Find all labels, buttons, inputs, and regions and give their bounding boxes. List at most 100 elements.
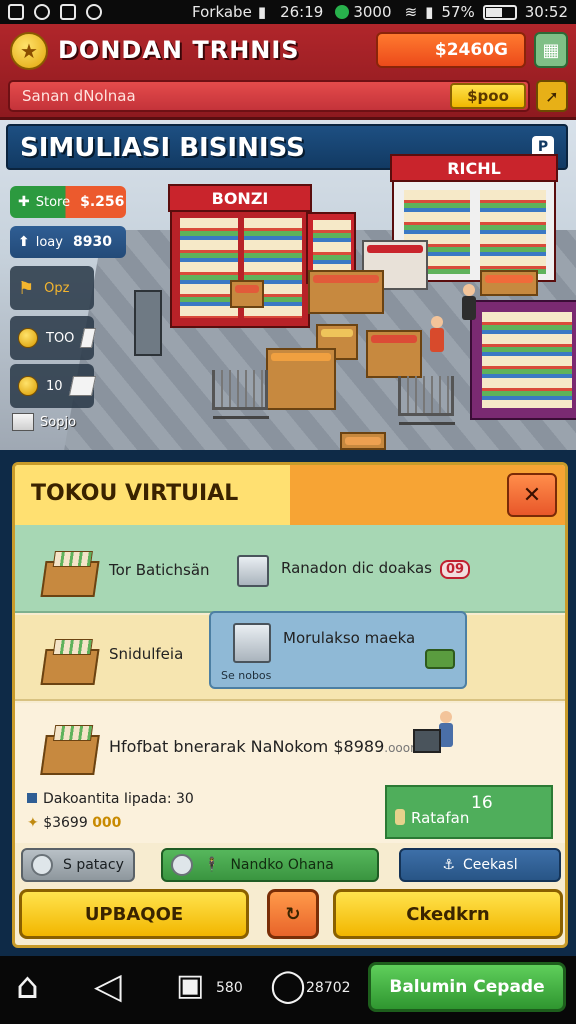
network-indicator-icon [335,5,350,19]
bottom-navigation: ⌂ ◁ ▣ 580 ◯ 28702 Balumin Cepade [0,956,576,1024]
shopper-character[interactable] [462,284,476,320]
coin-box-2-label: 10 [46,378,63,394]
sub-status-value[interactable]: $poo [450,83,526,109]
shelf [480,190,546,274]
money-display[interactable]: $2460G [376,32,526,68]
store-stall-left[interactable]: BONZI [168,184,312,328]
shopping-cart[interactable] [212,370,269,419]
status-bar: Forkabe ▮ 26:19 3000 ≋ ▮ 57% 30:52 [0,0,576,24]
cart-box [413,729,441,753]
coin-box-label: TOO [46,330,75,346]
row2-left-label[interactable]: Snidulfeia [109,645,183,663]
row3-line2-a: $3699 [43,815,88,831]
anchor-icon: ⚓ [442,857,455,873]
status-left [8,4,102,20]
register-icon [237,555,269,587]
today-stat[interactable]: ⬆ loay 8930 [10,226,126,258]
atm-machine[interactable] [134,290,162,356]
coin-box[interactable]: TOO [10,316,97,360]
row1-right-label[interactable]: Ranadon dic doakas 09 [281,559,471,579]
produce-crate[interactable] [230,280,264,308]
close-button[interactable]: ✕ [507,473,557,517]
back-icon[interactable]: ◁ [94,966,122,1007]
row3-line1-text: Dakoantita Iipada: 30 [43,791,194,807]
store-scene[interactable]: SIMULIASI BISINISS P BONZI RICHL ✚ Store… [0,120,576,450]
game-icon [60,4,76,20]
wifi-icon: ≋ [404,3,418,21]
share-arrow-icon[interactable]: ➚ [536,80,568,112]
produce-crate[interactable] [340,432,386,450]
cash-icon [425,649,455,669]
produce-crate[interactable] [366,330,422,378]
gold-coin-icon [18,328,38,348]
row3-line2-b: 000 [92,815,122,831]
virtual-store-panel: TOKOU VIRTUIAL ✕ Tor Batichsän Ranadon d… [12,462,568,948]
rating-box[interactable]: Ratafan 16 [385,785,553,839]
clock-icon [171,854,193,876]
rating-value: 16 [471,793,493,813]
promo-box[interactable]: ⚑ Opz [10,266,94,310]
shopper-character[interactable] [430,316,444,352]
stock-indicator[interactable]: Sopjo [12,413,76,431]
signal-bars-icon: ▮ [425,3,434,21]
row3-headline-text: Hfofbat bnerarak NaNokom $8989 [109,737,385,756]
store-stall-purple[interactable] [470,300,576,420]
store-stat[interactable]: ✚ Store $.256 [10,186,126,218]
status-time-center: 26:19 [280,3,324,21]
checkout-button[interactable]: Ckedkrn [333,889,563,939]
row3-headline: Hfofbat bnerarak NaNokom $8989.ooom [109,737,422,756]
stock-label: Sopjo [40,414,77,430]
egg-count: 28702 [306,980,351,996]
wallet-icon[interactable]: ▣ [176,968,204,1003]
battery-icon [482,4,517,20]
row3-line2: ✦ $3699 000 [27,815,121,831]
module-card-title: Morulakso maeka [283,629,416,647]
sub-status-bar: Sanan dNolnaa $poo [8,80,530,112]
radio-icon [31,854,53,876]
store-stat-label: Store [35,194,71,210]
home-icon[interactable]: ⌂ [16,966,39,1007]
machine-icon [233,623,271,663]
message-icon [86,4,102,20]
refresh-button[interactable]: ↻ [267,889,319,939]
today-stat-label: loay [35,234,63,250]
arrow-up-icon: ⬆ [18,234,30,250]
merchant-pill[interactable]: 🕴 Nandko Ohana [161,848,379,882]
today-stat-value: 8930 [72,234,112,250]
promo-icon: ⚑ [18,277,35,299]
store-icon: ✚ [18,194,30,210]
upgrade-button[interactable]: UPBAQOE [19,889,249,939]
game-title: DONDAN TRHNIS [58,36,300,64]
store-sign-left: BONZI [168,184,312,212]
shopping-cart[interactable] [398,376,455,425]
person-icon: 🕴 [203,857,221,873]
policy-pill-label: S patacy [63,857,124,873]
policy-pill[interactable]: S patacy [21,848,135,882]
notification-icon [8,4,24,20]
egg-icon[interactable]: ◯ [270,966,306,1004]
menu-grid-icon[interactable]: ▦ [534,32,568,68]
module-card[interactable]: Morulakso maeka Se nobos [209,611,467,689]
crate-icon [40,561,100,597]
row1-right-text: Ranadon dic doakas [281,559,432,577]
coin-icon[interactable]: ★ [10,32,48,70]
row1-left-label[interactable]: Tor Batichsän [109,561,210,579]
info-square-icon [27,793,37,803]
stock-box-icon [12,413,34,431]
package-icon [68,376,97,396]
crate-icon [40,649,100,685]
produce-crate[interactable] [308,270,384,314]
rating-label: Ratafan [411,809,470,827]
coin-box-2[interactable]: 10 [10,364,97,408]
bottle-icon [395,809,405,825]
sub-status-label: Sanan dNolnaa [22,87,136,105]
balance-button[interactable]: Balumin Cepade [368,962,566,1012]
status-network: 3000 [353,3,392,21]
row1-badge: 09 [439,560,471,579]
battery-percent: 57% [441,3,475,21]
shelf [482,312,572,408]
promo-label: Opz [44,280,70,296]
produce-crate[interactable] [266,348,336,410]
produce-crate[interactable] [480,270,538,296]
check-pill[interactable]: ⚓ Ceekasl [399,848,561,882]
